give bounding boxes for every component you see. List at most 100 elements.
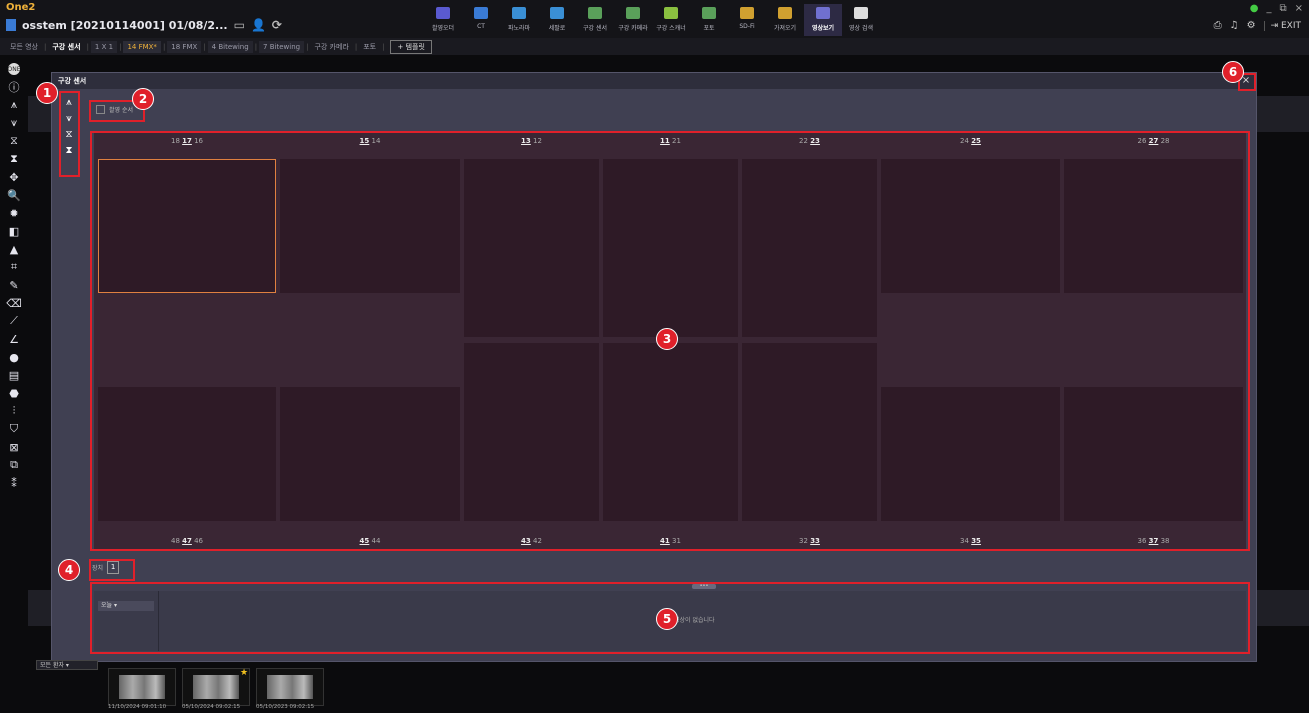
annotation-box-4 — [89, 559, 135, 581]
module-button[interactable]: 세팔로 — [538, 4, 576, 36]
compare-icon[interactable]: ⧉ — [0, 456, 28, 474]
tab-14-fmx[interactable]: 14 FMX* — [123, 40, 161, 53]
angle-icon[interactable]: ∠ — [0, 330, 28, 348]
marker-2: 2 — [132, 88, 154, 110]
tab-18-fmx[interactable]: 18 FMX — [167, 40, 202, 53]
module-button[interactable]: 파노라마 — [500, 4, 538, 36]
patient-flag-icon — [6, 19, 16, 31]
close-window-icon[interactable]: × — [1295, 3, 1303, 14]
marker-6: 6 — [1222, 61, 1244, 83]
module-label: CT — [477, 23, 485, 30]
tab-1x1[interactable]: 1 X 1 — [90, 40, 118, 53]
thumbnail-date: 11/10/2024 09:01:10 — [108, 704, 167, 710]
window-controls: ● _ ⧉ × — [1250, 3, 1303, 14]
module-label: 포토 — [703, 25, 715, 32]
tab-intraoral-camera[interactable]: 구강 카메라 — [310, 40, 352, 54]
title-bar: One2 osstem [20210114001] 01/08/2... ▭ 👤… — [0, 0, 1309, 38]
top-right-tools: ⎙ ♫ ⚙ ⇥ EXIT — [1214, 20, 1301, 31]
module-label: 구강 센서 — [583, 25, 607, 32]
exit-button[interactable]: ⇥ EXIT — [1263, 20, 1301, 31]
module-button[interactable]: CT — [462, 4, 500, 36]
module-button[interactable]: 영상 검색 — [842, 4, 880, 36]
tab-all-images[interactable]: 모든 영상 — [6, 40, 42, 54]
user-icon[interactable]: 👤 — [251, 18, 266, 32]
module-toolbar: 촬영오더 CT 파노라마 세팔로 구강 센서 구강 카메라 구강 스캐너 포토 SD-Fi 가져오… — [424, 4, 880, 36]
xray-preview — [267, 675, 313, 699]
tooth-icon[interactable]: ⛉ — [0, 420, 28, 438]
periapical-icon[interactable]: ⧗ — [0, 150, 28, 168]
module-icon — [778, 7, 792, 19]
tab-7-bitewing[interactable]: 7 Bitewing — [259, 40, 305, 53]
notification-icon[interactable]: ● — [1250, 3, 1259, 14]
text-icon[interactable]: ▤ — [0, 366, 28, 384]
module-label: 구강 카메라 — [618, 25, 648, 32]
marker-3: 3 — [656, 328, 678, 350]
upper-tooth-icon[interactable]: ⩚ — [0, 96, 28, 114]
add-template-button[interactable]: + 템플릿 — [390, 39, 432, 54]
bitewing-icon[interactable]: ⧖ — [0, 132, 28, 150]
module-button[interactable]: 포토 — [690, 4, 728, 36]
module-button[interactable]: 영상보기 — [804, 4, 842, 36]
circle-icon[interactable]: ● — [0, 348, 28, 366]
pen-icon[interactable]: ✎ — [0, 276, 28, 294]
left-toolbar: ONE ⓘ ⩚ ⩛ ⧖ ⧗ ✥ 🔍 ✹ ◧ ▲ ⌗ ✎ ⌫ ⟋ ∠ ● ▤ ⬣ … — [0, 60, 28, 540]
info-icon[interactable]: ⓘ — [0, 78, 28, 96]
stamp-icon[interactable]: ⬣ — [0, 384, 28, 402]
lower-tooth-icon[interactable]: ⩛ — [0, 114, 28, 132]
module-icon — [702, 7, 716, 19]
module-label: 가져오기 — [773, 25, 797, 32]
module-button[interactable]: 구강 센서 — [576, 4, 614, 36]
module-label: 영상보기 — [811, 25, 835, 32]
image-thumbnail[interactable] — [108, 668, 176, 706]
image-tab-bar: 모든 영상 | 구강 센서 | 1 X 1 | 14 FMX* | 18 FMX | 4 … — [0, 38, 1309, 55]
app-logo: One2 — [6, 2, 36, 13]
module-icon — [626, 7, 640, 19]
module-button[interactable]: 구강 카메라 — [614, 4, 652, 36]
module-icon — [664, 7, 678, 19]
module-button[interactable]: SD-Fi — [728, 4, 766, 36]
module-icon — [854, 7, 868, 19]
tab-4-bitewing[interactable]: 4 Bitewing — [207, 40, 253, 53]
zoom-icon[interactable]: 🔍 — [0, 186, 28, 204]
xray-preview — [193, 675, 239, 699]
module-icon — [436, 7, 450, 19]
xray-preview — [119, 675, 165, 699]
card-icon[interactable]: ▭ — [234, 18, 245, 32]
module-button[interactable]: 촬영오더 — [424, 4, 462, 36]
implant-icon[interactable]: ⫶ — [0, 402, 28, 420]
patient-info[interactable]: osstem [20210114001] 01/08/2... ▭ 👤 ⟳ — [6, 18, 282, 32]
favorite-star-icon: ★ — [240, 668, 249, 678]
invert-icon[interactable]: ◧ — [0, 222, 28, 240]
tab-intraoral-sensor[interactable]: 구강 센서 — [48, 40, 84, 54]
sharpen-icon[interactable]: ▲ — [0, 240, 28, 258]
module-label: 영상 검색 — [849, 25, 873, 32]
grid-icon[interactable]: ⊠ — [0, 438, 28, 456]
module-button[interactable]: 구강 스캐너 — [652, 4, 690, 36]
measure-icon[interactable]: ⟋ — [0, 312, 28, 330]
marker-1: 1 — [36, 82, 58, 104]
module-button[interactable]: 가져오기 — [766, 4, 804, 36]
one-button-icon[interactable]: ONE — [0, 60, 28, 78]
tab-photo[interactable]: 포토 — [359, 40, 380, 54]
module-label: 촬영오더 — [431, 25, 455, 32]
brightness-icon[interactable]: ✹ — [0, 204, 28, 222]
dialog-title: 구강 센서 — [52, 73, 1256, 89]
module-icon — [588, 7, 602, 19]
print-icon[interactable]: ⎙ — [1214, 20, 1222, 31]
eraser-icon[interactable]: ⌫ — [0, 294, 28, 312]
gear-icon[interactable]: ⚙ — [1247, 20, 1256, 31]
refresh-icon[interactable]: ⟳ — [272, 18, 282, 32]
module-icon — [474, 7, 488, 19]
module-icon — [740, 7, 754, 19]
minimize-icon[interactable]: _ — [1266, 3, 1271, 14]
image-thumbnail[interactable] — [256, 668, 324, 706]
module-icon — [816, 7, 830, 19]
move-icon[interactable]: ✥ — [0, 168, 28, 186]
patient-filter-dropdown[interactable]: 모든 환자 ▾ — [36, 660, 98, 670]
headset-icon[interactable]: ♫ — [1230, 20, 1239, 31]
crop-icon[interactable]: ⌗ — [0, 258, 28, 276]
marker-4: 4 — [58, 559, 80, 581]
tskis-icon[interactable]: ⁑ — [0, 474, 28, 492]
restore-icon[interactable]: ⧉ — [1279, 3, 1286, 14]
module-label: SD-Fi — [739, 23, 755, 30]
